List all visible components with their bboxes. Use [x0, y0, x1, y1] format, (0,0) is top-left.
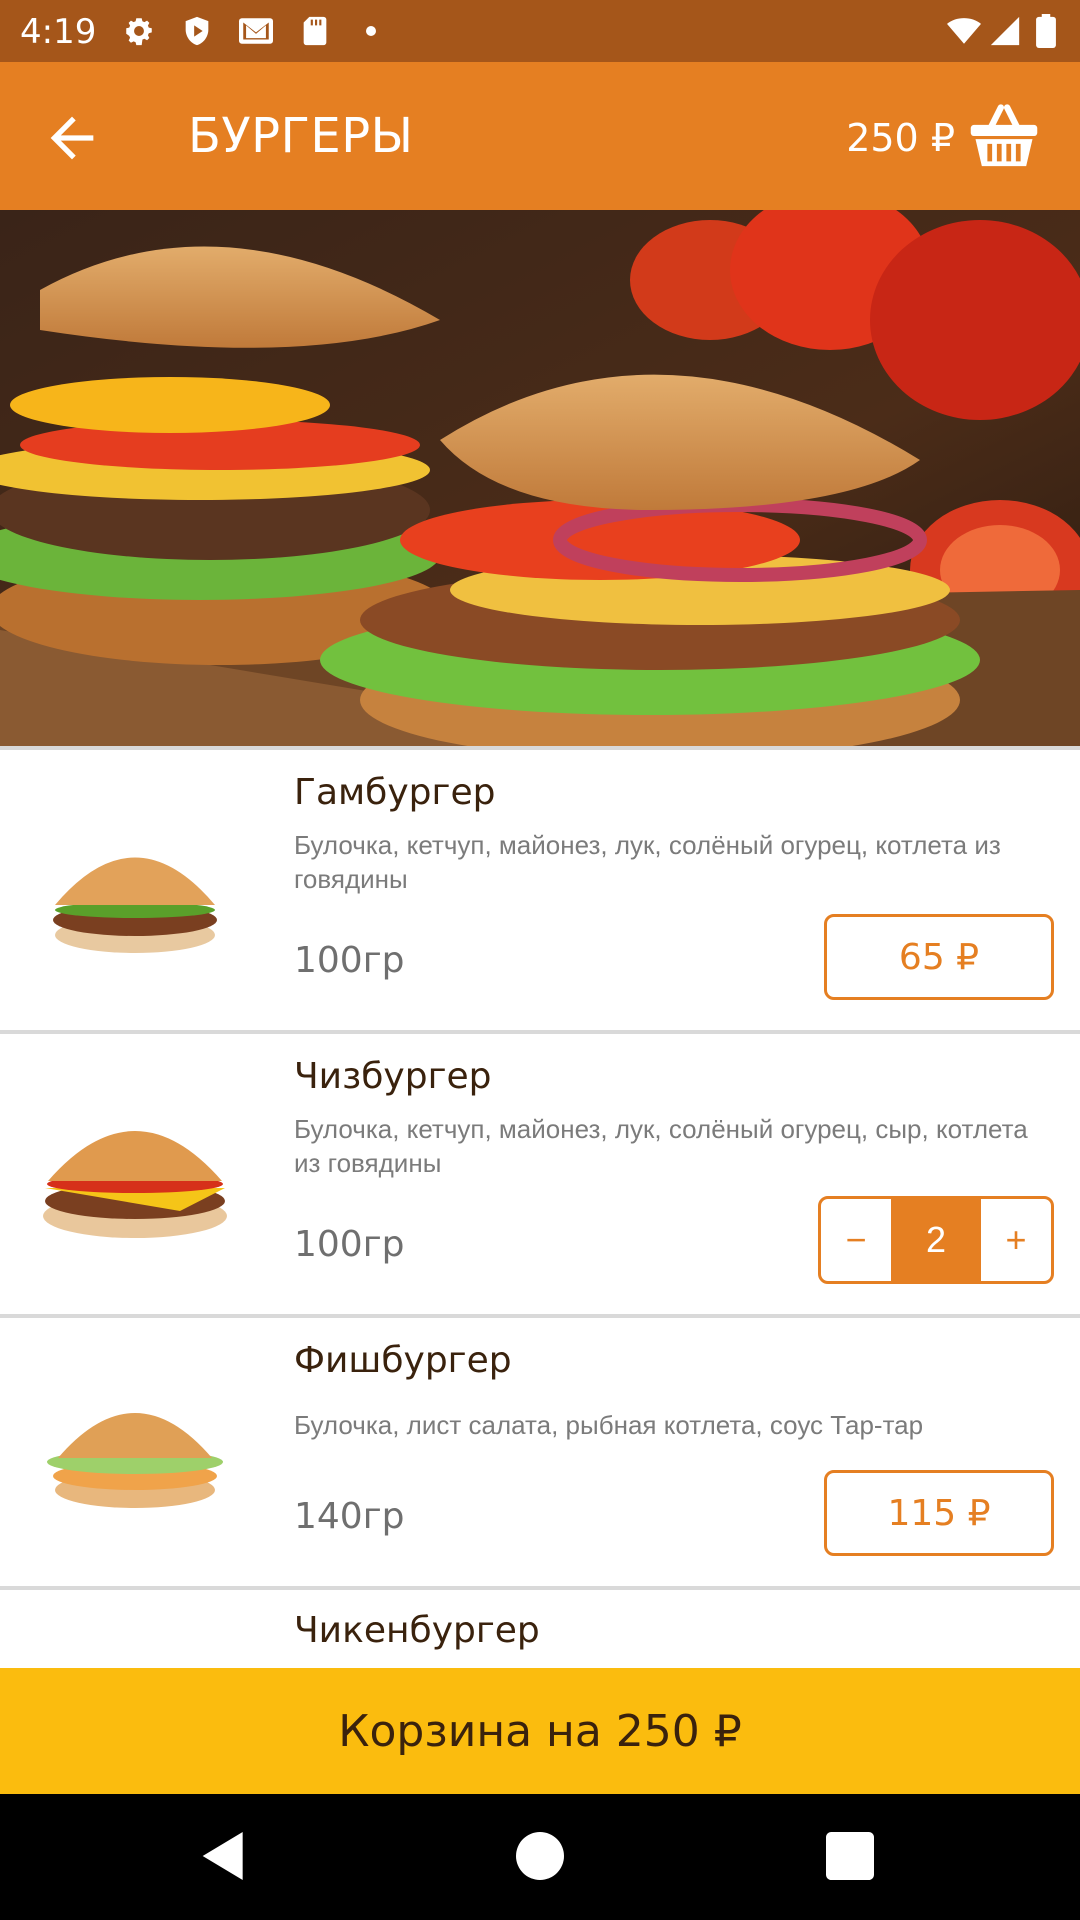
- nav-recents-icon[interactable]: [818, 1824, 882, 1888]
- increase-button[interactable]: +: [978, 1196, 1054, 1284]
- product-list: Гамбургер Булочка, кетчуп, майонез, лук,…: [0, 750, 1080, 1668]
- shield-icon: [185, 16, 209, 46]
- wifi-icon: [947, 18, 981, 44]
- product-image: [43, 1131, 227, 1238]
- nav-back-icon[interactable]: [192, 1824, 256, 1888]
- navigation-bar: [0, 1794, 1080, 1920]
- list-item[interactable]: Чикенбургер: [0, 1590, 1080, 1668]
- product-description: Булочка, кетчуп, майонез, лук, солёный о…: [294, 830, 1001, 894]
- list-item[interactable]: Чизбургер Булочка, кетчуп, майонез, лук,…: [0, 1034, 1080, 1318]
- list-item[interactable]: Гамбургер Булочка, кетчуп, майонез, лук,…: [0, 750, 1080, 1034]
- app-bar: БУРГЕРЫ 250 ₽: [0, 62, 1080, 210]
- signal-icon: [990, 16, 1020, 46]
- product-name: Чизбургер: [294, 1056, 492, 1097]
- status-time: 4:19: [20, 12, 97, 52]
- quantity-value: 2: [894, 1196, 978, 1284]
- product-weight: 100гр: [294, 1224, 405, 1265]
- product-description: Булочка, лист салата, рыбная котлета, со…: [294, 1410, 924, 1440]
- nav-home-icon[interactable]: [508, 1824, 572, 1888]
- product-weight: 100гр: [294, 940, 405, 981]
- product-image: [47, 1413, 223, 1508]
- back-arrow-icon[interactable]: [40, 106, 104, 170]
- product-image: [53, 857, 217, 953]
- settings-icon: [126, 18, 152, 46]
- page-title: БУРГЕРЫ: [188, 108, 414, 164]
- quantity-stepper: − 2 +: [818, 1196, 1054, 1284]
- decrease-button[interactable]: −: [818, 1196, 894, 1284]
- product-name: Чикенбургер: [294, 1610, 540, 1651]
- add-to-cart-button[interactable]: 115 ₽: [824, 1470, 1054, 1556]
- product-image: [30, 1650, 240, 1668]
- battery-icon: [1036, 14, 1056, 48]
- product-name: Фишбургер: [294, 1340, 512, 1381]
- product-name: Гамбургер: [294, 772, 496, 813]
- cart-button[interactable]: Корзина на 250 ₽: [0, 1668, 1080, 1794]
- sd-card-icon: [303, 16, 327, 46]
- hero-image: [0, 210, 1080, 750]
- add-to-cart-button[interactable]: 65 ₽: [824, 914, 1054, 1000]
- notification-dot: [366, 26, 376, 36]
- basket-icon[interactable]: [966, 98, 1042, 174]
- status-bar: 4:19: [0, 0, 1080, 62]
- product-description: Булочка, кетчуп, майонез, лук, солёный о…: [294, 1114, 1028, 1178]
- cart-total[interactable]: 250 ₽: [846, 116, 955, 160]
- list-item[interactable]: Фишбургер Булочка, лист салата, рыбная к…: [0, 1318, 1080, 1590]
- product-weight: 140гр: [294, 1496, 405, 1537]
- mail-icon: [239, 18, 273, 44]
